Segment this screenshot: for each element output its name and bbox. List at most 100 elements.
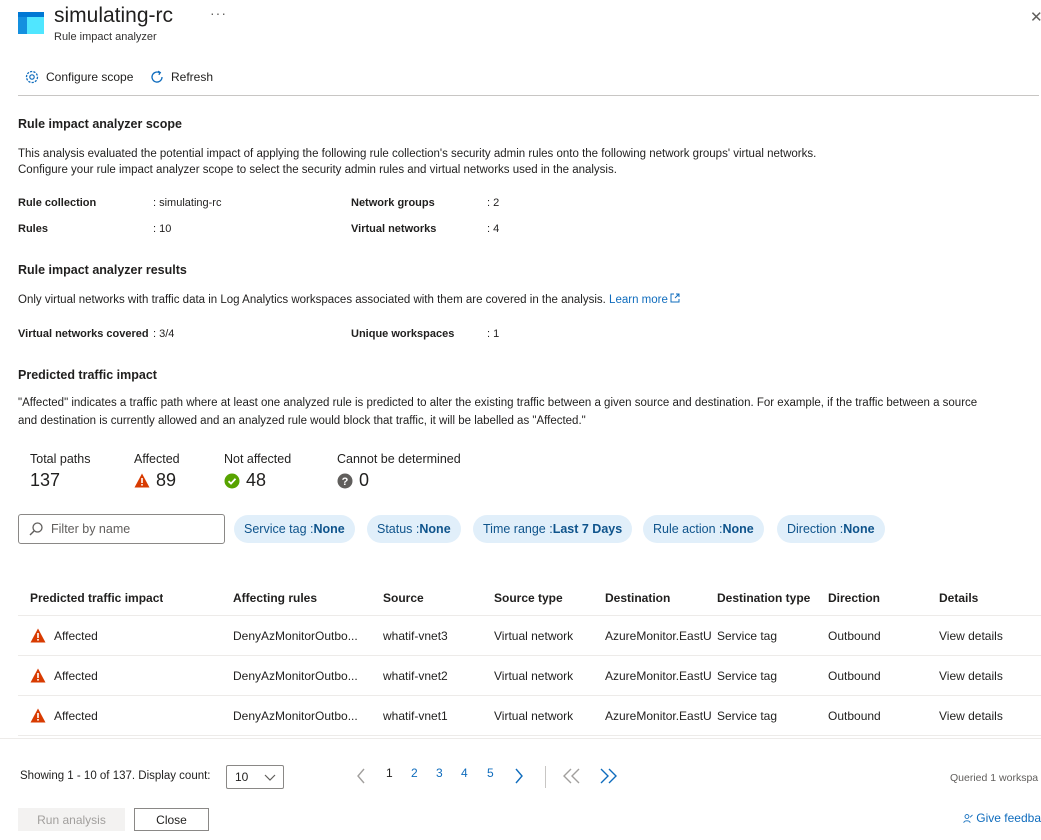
page-2[interactable]: 2 xyxy=(411,766,418,780)
affected-label: Affected xyxy=(134,452,180,466)
time-range-filter-label: Time range : xyxy=(483,522,553,536)
unique-workspaces-label: Unique workspaces xyxy=(351,328,455,340)
direction-filter[interactable]: Direction : None xyxy=(777,515,885,543)
not-affected-value: 48 xyxy=(246,470,267,490)
vnets-covered-value: : 3/4 xyxy=(153,328,175,340)
learn-more-link[interactable]: Learn more xyxy=(609,293,680,306)
rule-action-filter[interactable]: Rule action : None xyxy=(643,515,764,543)
cannot-be-determined-label: Cannot be determined xyxy=(337,452,461,466)
column-header-affecting-rules[interactable]: Affecting rules xyxy=(233,580,317,615)
blade-header: simulating-rc Rule impact analyzer ··· xyxy=(18,0,1028,50)
page-5[interactable]: 5 xyxy=(487,766,494,780)
unknown-icon: ? xyxy=(337,473,353,488)
filter-by-name-input[interactable] xyxy=(51,522,211,536)
column-header-details[interactable]: Details xyxy=(939,580,978,615)
give-feedback-label: Give feedba xyxy=(976,811,1041,825)
queried-workspaces-text: Queried 1 workspa xyxy=(950,772,1039,784)
table-header-row: Predicted traffic impact Affecting rules… xyxy=(18,580,1041,616)
column-header-destination-type[interactable]: Destination type xyxy=(717,580,810,615)
source-type-cell: Virtual network xyxy=(494,628,574,643)
affecting-rule-link[interactable]: DenyAzMonitorOutbo... xyxy=(233,696,373,735)
page-1[interactable]: 1 xyxy=(386,766,393,780)
view-details-link[interactable]: View details xyxy=(939,696,1003,735)
scope-section-title: Rule impact analyzer scope xyxy=(18,117,182,131)
close-button[interactable]: Close xyxy=(134,808,209,831)
affecting-rule-link[interactable]: DenyAzMonitorOutbo... xyxy=(233,616,373,655)
column-header-impact[interactable]: Predicted traffic impact xyxy=(30,580,163,615)
affected-value: 89 xyxy=(156,470,177,490)
source-link[interactable]: whatif-vnet2 xyxy=(383,656,448,695)
rule-collection-label: Rule collection xyxy=(18,197,97,209)
impact-section-title: Predicted traffic impact xyxy=(18,368,157,382)
destination-cell: AzureMonitor.EastU xyxy=(605,708,711,723)
page-3[interactable]: 3 xyxy=(436,766,443,780)
impact-description-line1: "Affected" indicates a traffic path wher… xyxy=(18,397,978,409)
time-range-filter[interactable]: Time range : Last 7 Days xyxy=(473,515,633,543)
rule-collection-value: : simulating-rc xyxy=(153,197,222,209)
display-count-select[interactable]: 10 xyxy=(226,765,284,789)
impact-description-line2: and destination is currently allowed and… xyxy=(18,415,586,427)
vnets-covered-label: Virtual networks covered xyxy=(18,328,149,340)
warning-icon xyxy=(134,473,150,488)
last-page-icon[interactable] xyxy=(598,768,618,784)
source-link[interactable]: whatif-vnet1 xyxy=(383,696,448,735)
impact-status: Affected xyxy=(54,628,98,643)
direction-filter-value: None xyxy=(843,522,875,536)
command-bar: Configure scope Refresh xyxy=(18,66,1039,96)
warning-icon xyxy=(30,708,46,723)
footer-divider xyxy=(0,738,1041,739)
direction-cell: Outbound xyxy=(828,668,881,683)
service-tag-filter[interactable]: Service tag : None xyxy=(234,515,355,543)
scope-description-line2: Configure your rule impact analyzer scop… xyxy=(18,164,617,176)
impact-status: Affected xyxy=(54,708,98,723)
page-title: simulating-rc xyxy=(54,4,174,27)
svg-text:?: ? xyxy=(342,476,349,488)
source-link[interactable]: whatif-vnet3 xyxy=(383,616,448,655)
affecting-rule-link[interactable]: DenyAzMonitorOutbo... xyxy=(233,656,373,695)
feedback-icon xyxy=(963,813,973,823)
status-filter[interactable]: Status : None xyxy=(367,515,461,543)
rule-action-filter-value: None xyxy=(722,522,754,536)
rule-action-filter-label: Rule action : xyxy=(653,522,723,536)
external-link-icon xyxy=(670,293,680,303)
view-details-link[interactable]: View details xyxy=(939,656,1003,695)
column-header-destination[interactable]: Destination xyxy=(605,580,670,615)
view-details-link[interactable]: View details xyxy=(939,616,1003,655)
refresh-label: Refresh xyxy=(171,70,214,84)
pager-separator xyxy=(545,766,546,788)
page-4[interactable]: 4 xyxy=(461,766,468,780)
chevron-down-icon xyxy=(264,774,276,781)
run-analysis-button[interactable]: Run analysis xyxy=(18,808,125,831)
column-header-direction[interactable]: Direction xyxy=(828,580,880,615)
not-affected-label: Not affected xyxy=(224,452,292,466)
impact-status: Affected xyxy=(54,668,98,683)
refresh-button[interactable]: Refresh xyxy=(149,69,213,85)
total-paths-label: Total paths xyxy=(30,452,91,466)
next-page-icon[interactable] xyxy=(513,768,525,784)
column-header-source-type[interactable]: Source type xyxy=(494,580,563,615)
network-groups-label: Network groups xyxy=(351,197,435,209)
close-blade-icon[interactable]: ✕ xyxy=(1030,8,1041,26)
filter-by-name-box[interactable] xyxy=(18,514,225,544)
column-header-source[interactable]: Source xyxy=(383,580,424,615)
unique-workspaces-value: : 1 xyxy=(487,328,500,340)
impact-cell: Affected xyxy=(30,696,98,735)
learn-more-label: Learn more xyxy=(609,294,668,306)
virtual-networks-label: Virtual networks xyxy=(351,223,437,235)
time-range-filter-value: Last 7 Days xyxy=(552,522,623,536)
configure-scope-button[interactable]: Configure scope xyxy=(24,69,133,85)
previous-page-icon[interactable] xyxy=(355,768,367,784)
gear-icon xyxy=(25,70,39,84)
display-count-value: 10 xyxy=(235,770,249,784)
scope-description-line1: This analysis evaluated the potential im… xyxy=(18,148,817,160)
service-tag-filter-value: None xyxy=(313,522,345,536)
impact-cell: Affected xyxy=(30,656,98,695)
results-section-title: Rule impact analyzer results xyxy=(18,263,187,277)
more-options-icon[interactable]: ··· xyxy=(210,5,227,21)
give-feedback-link[interactable]: Give feedba xyxy=(963,811,1041,825)
impact-cell: Affected xyxy=(30,616,98,655)
direction-cell: Outbound xyxy=(828,628,881,643)
service-tag-filter-label: Service tag : xyxy=(244,522,314,536)
rules-value: : 10 xyxy=(153,223,172,235)
first-page-icon[interactable] xyxy=(562,768,582,784)
